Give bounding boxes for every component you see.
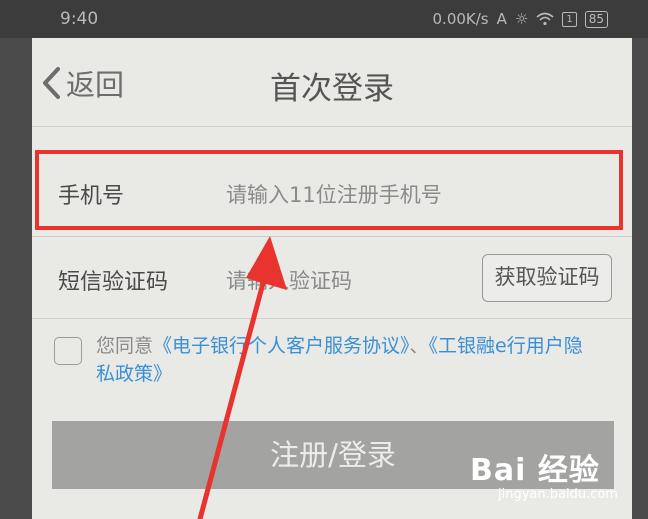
watermark-brand: Bai 经验 [470,453,600,488]
watermark-url: jingyan.baidu.com [498,487,618,502]
baidu-jingyan-watermark: Bai 经验 jingyan.baidu.com [470,445,618,502]
red-arrow-annotation [197,236,287,519]
